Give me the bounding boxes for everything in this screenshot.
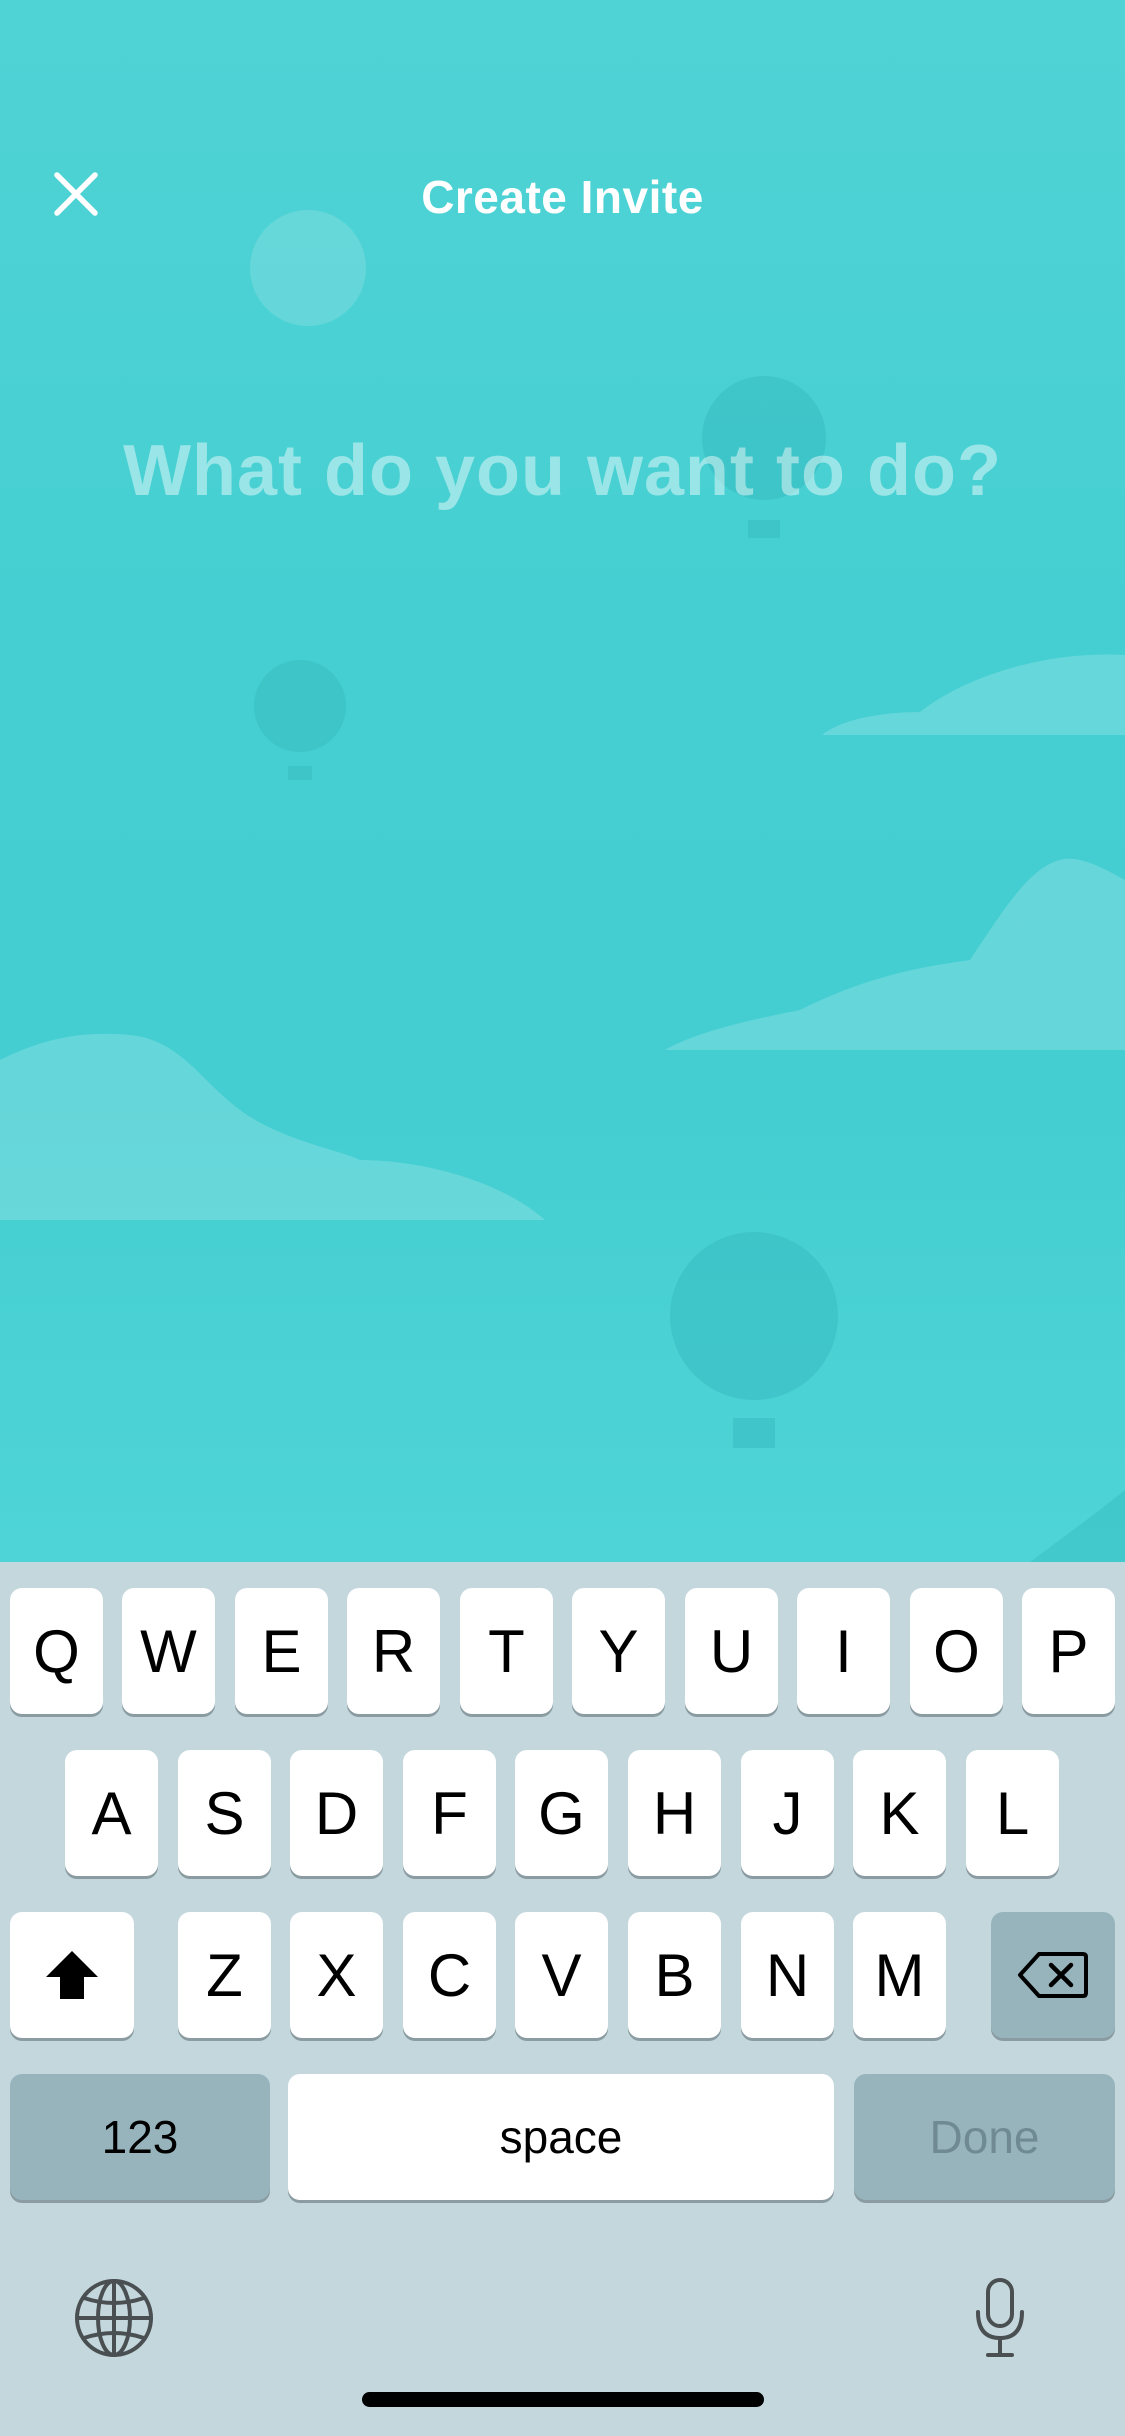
key-d[interactable]: D <box>290 1750 383 1876</box>
invite-activity-input[interactable]: What do you want to do? <box>60 430 1065 512</box>
done-key[interactable]: Done <box>854 2074 1115 2200</box>
delete-key[interactable] <box>991 1912 1115 2038</box>
key-w[interactable]: W <box>122 1588 215 1714</box>
key-a[interactable]: A <box>65 1750 158 1876</box>
space-key[interactable]: space <box>288 2074 834 2200</box>
key-c[interactable]: C <box>403 1912 496 2038</box>
key-n[interactable]: N <box>741 1912 834 2038</box>
key-q[interactable]: Q <box>10 1588 103 1714</box>
home-indicator <box>362 2392 764 2407</box>
key-u[interactable]: U <box>685 1588 778 1714</box>
key-t[interactable]: T <box>460 1588 553 1714</box>
key-p[interactable]: P <box>1022 1588 1115 1714</box>
cloud-right-top <box>822 654 1125 735</box>
hill-bottom-right <box>1030 1490 1125 1562</box>
key-z[interactable]: Z <box>178 1912 271 2038</box>
header: Create Invite <box>0 150 1125 250</box>
cloud-right-middle <box>665 858 1125 1050</box>
microphone-icon <box>976 2278 1024 2357</box>
key-h[interactable]: H <box>628 1750 721 1876</box>
key-s[interactable]: S <box>178 1750 271 1876</box>
globe-icon <box>75 2279 153 2357</box>
key-y[interactable]: Y <box>572 1588 665 1714</box>
key-f[interactable]: F <box>403 1750 496 1876</box>
globe-button[interactable] <box>72 2276 162 2366</box>
key-e[interactable]: E <box>235 1588 328 1714</box>
key-r[interactable]: R <box>347 1588 440 1714</box>
key-l[interactable]: L <box>966 1750 1059 1876</box>
key-x[interactable]: X <box>290 1912 383 2038</box>
key-j[interactable]: J <box>741 1750 834 1876</box>
key-i[interactable]: I <box>797 1588 890 1714</box>
balloon-left <box>254 660 346 780</box>
backspace-icon <box>1018 1952 1088 1998</box>
cloud-left <box>0 1033 545 1220</box>
numbers-key[interactable]: 123 <box>10 2074 270 2200</box>
key-o[interactable]: O <box>910 1588 1003 1714</box>
balloon-bottom <box>670 1232 838 1448</box>
microphone-button[interactable] <box>972 2276 1042 2366</box>
shift-key[interactable] <box>10 1912 134 2038</box>
key-g[interactable]: G <box>515 1750 608 1876</box>
shift-icon <box>46 1951 98 1999</box>
page-title: Create Invite <box>421 171 704 223</box>
key-m[interactable]: M <box>853 1912 946 2038</box>
key-v[interactable]: V <box>515 1912 608 2038</box>
key-k[interactable]: K <box>853 1750 946 1876</box>
key-b[interactable]: B <box>628 1912 721 2038</box>
